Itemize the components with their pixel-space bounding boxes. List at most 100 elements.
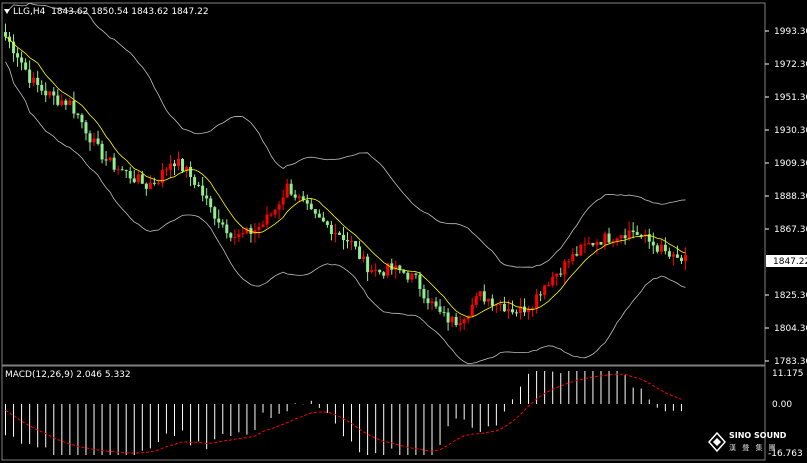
candle-body	[269, 214, 273, 216]
candle-body	[281, 197, 285, 205]
candle-body	[587, 242, 591, 245]
logo-name: SINO SOUND	[729, 431, 787, 440]
candle-body	[631, 230, 635, 233]
candle-body	[72, 100, 76, 114]
candle-body	[241, 233, 245, 235]
macd-tick: 11.175	[772, 369, 804, 379]
candle-body	[559, 273, 563, 275]
candle-body	[470, 304, 474, 317]
price-tick: 1930.30	[774, 126, 807, 136]
candle-body	[144, 183, 148, 189]
candle-body	[535, 294, 539, 309]
candle-body	[325, 221, 329, 225]
candle-body	[619, 235, 623, 239]
candle-body	[458, 323, 462, 326]
candle-body	[88, 133, 92, 143]
candle-body	[168, 163, 172, 170]
price-tick: 1825.30	[774, 291, 807, 301]
candle-body	[181, 158, 185, 172]
candle-body	[543, 285, 547, 296]
current-price-marker: 1847.22	[766, 255, 807, 267]
candle-body	[257, 226, 261, 231]
candle-body	[229, 233, 233, 238]
candle-body	[651, 241, 655, 246]
candle-body	[285, 183, 289, 198]
candle-body	[667, 251, 671, 257]
candle-body	[80, 114, 84, 123]
candle-body	[136, 174, 140, 183]
candle-body	[567, 261, 571, 263]
candle-body	[354, 241, 358, 247]
candle-body	[233, 237, 237, 239]
candle-body	[607, 233, 611, 243]
candle-body	[506, 309, 510, 312]
candle-body	[209, 198, 213, 208]
candle-body	[341, 234, 345, 241]
chart-canvas: 1993.30 1972.30 1951.30 1930.30 1909.30 …	[1, 2, 807, 461]
price-tick: 1951.30	[774, 93, 807, 103]
candle-body	[32, 77, 36, 83]
candle-body	[627, 230, 631, 239]
candle-body	[430, 301, 434, 304]
candle-body	[671, 254, 675, 257]
candle-body	[675, 254, 679, 258]
candle-body	[547, 285, 551, 287]
candle-body	[378, 269, 382, 273]
candle-body	[48, 91, 52, 96]
candle-body	[571, 254, 575, 262]
ma-line	[5, 36, 686, 318]
candle-body	[309, 203, 313, 210]
chart-header: LLG,H4 1843.62 1850.54 1843.62 1847.22	[4, 7, 209, 17]
price-panel-frame	[1, 2, 766, 366]
candle-body	[305, 200, 309, 204]
ohlc-values: 1843.62 1850.54 1843.62 1847.22	[51, 7, 209, 17]
candle-body	[128, 171, 132, 179]
candle-body	[16, 53, 20, 58]
candle-body	[514, 312, 518, 314]
candle-body	[84, 122, 88, 134]
macd-label: MACD(12,26,9)	[5, 370, 74, 380]
candle-body	[120, 169, 124, 171]
symbol-label: LLG,H4	[13, 7, 46, 17]
dropdown-triangle-icon[interactable]	[4, 9, 10, 14]
sino-sound-logo: SINO SOUND 漢 聲 集 團	[708, 430, 804, 458]
candle-body	[193, 177, 197, 185]
candle-body	[563, 261, 567, 275]
candle-body	[140, 174, 144, 184]
candle-body	[337, 232, 341, 235]
candle-body	[635, 232, 639, 235]
candle-body	[277, 204, 281, 210]
bollinger-bands	[5, 2, 686, 365]
candle-body	[527, 309, 531, 313]
candle-body	[591, 242, 595, 246]
candle-body	[321, 217, 325, 222]
candle-body	[96, 138, 100, 144]
candle-body	[603, 233, 607, 245]
candle-body	[474, 296, 478, 305]
candle-body	[76, 113, 80, 115]
band-lower	[5, 61, 686, 365]
logo-sub: 漢 聲 集 團	[729, 444, 778, 452]
candle-body	[490, 298, 494, 306]
candle-body	[418, 274, 422, 289]
candle-body	[478, 291, 482, 297]
candle-body	[52, 91, 56, 96]
candle-body	[462, 319, 466, 324]
candle-body	[68, 100, 72, 105]
macd-tick: 0.00	[772, 400, 792, 410]
candle-body	[197, 184, 201, 186]
candle-body	[156, 182, 160, 184]
candle-body	[615, 238, 619, 242]
candle-body	[502, 304, 506, 312]
candle-body	[599, 242, 603, 245]
candle-body	[551, 276, 555, 286]
candle-body	[426, 298, 430, 304]
candle-body	[28, 69, 32, 83]
candle-body	[313, 209, 317, 214]
candle-body	[293, 194, 297, 198]
candle-body	[406, 272, 410, 280]
candle-body	[410, 273, 414, 280]
candle-body	[273, 209, 277, 215]
candle-body	[64, 100, 68, 105]
candle-body	[639, 234, 643, 236]
